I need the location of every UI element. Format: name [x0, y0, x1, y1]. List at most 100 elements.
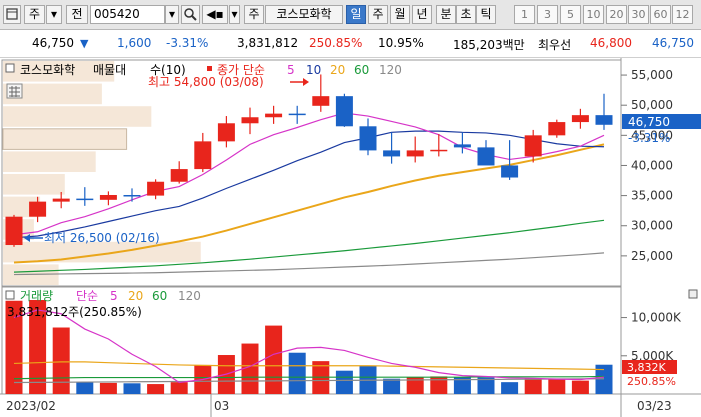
candle-body [217, 123, 235, 142]
candle-body [524, 135, 542, 157]
volume-bar [52, 327, 70, 394]
candle-body [194, 141, 212, 170]
high-annotation: 최고 54,800 (03/08) [148, 75, 264, 89]
volume-bar [524, 378, 542, 394]
market-select[interactable]: 주 [24, 5, 45, 24]
interval-button-60[interactable]: 60 [650, 5, 671, 24]
legend-indicator-name: 매물대 [93, 63, 126, 77]
best-ask: 46,750 [652, 36, 694, 50]
candle-body [241, 117, 259, 124]
sound-icon[interactable]: ◀▪ [202, 5, 228, 24]
interval-button-3[interactable]: 3 [537, 5, 558, 24]
candle-body [383, 150, 401, 157]
stock-chart[interactable]: 55,00050,00045,00040,00035,00030,00025,0… [0, 58, 701, 417]
code-dropdown-icon[interactable]: ▾ [165, 5, 179, 24]
current-ratio-tag-text: 250.85% [627, 375, 676, 388]
price-axis-label: 50,000 [631, 98, 673, 112]
interval-button-5[interactable]: 5 [560, 5, 581, 24]
legend-marker-icon [207, 66, 212, 71]
volume-bar [123, 383, 141, 394]
volume-value: 3,831,812 [237, 36, 299, 50]
volume-legend-ma20: 20 [128, 289, 143, 303]
down-arrow-icon: ▼ [80, 37, 89, 50]
period-button-4[interactable]: 분 [436, 5, 456, 24]
price-axis-label: 35,000 [631, 189, 673, 203]
period-button-1[interactable]: 주 [368, 5, 388, 24]
window-icon[interactable] [3, 5, 21, 24]
current-volume-tag-text: 3,832K [627, 361, 666, 374]
price-axis-label: 30,000 [631, 219, 673, 233]
legend-ma20: 20 [330, 63, 345, 77]
candle-body [477, 147, 495, 166]
interval-button-1[interactable]: 1 [514, 5, 535, 24]
volume-checkbox-icon[interactable] [5, 290, 15, 300]
current-change-tag-text: -3.31% [628, 131, 670, 145]
volume-profile-band [3, 174, 65, 195]
x-label-start: 2023/02 [6, 399, 56, 413]
sound-dropdown-icon[interactable]: ▾ [229, 5, 240, 24]
volume-bar [548, 379, 566, 394]
prefix-button[interactable]: 전 [66, 5, 88, 24]
candle-body [123, 194, 141, 197]
interval-button-12[interactable]: 12 [672, 5, 693, 24]
interval-button-10[interactable]: 10 [583, 5, 604, 24]
volume-bar [76, 382, 94, 394]
legend-stock-name: 코스모화학 [20, 63, 75, 77]
legend-ma60: 60 [354, 63, 369, 77]
volume-bar [335, 370, 353, 394]
candle-body [76, 198, 94, 201]
current-price-tag-text: 46,750 [628, 115, 670, 129]
best-bid: 46,800 [590, 36, 632, 50]
candle-body [52, 198, 70, 202]
price-axis-label: 55,000 [631, 68, 673, 82]
search-icon[interactable] [181, 5, 200, 24]
price-axis-label: 40,000 [631, 158, 673, 172]
x-label-end: 03/23 [637, 399, 672, 413]
period-button-3[interactable]: 년 [412, 5, 432, 24]
volume-bar [170, 382, 188, 394]
stock-name[interactable]: 코스모화학 [265, 5, 343, 24]
legend-ma5: 5 [287, 63, 295, 77]
candle-body [548, 122, 566, 136]
candle-body [453, 144, 471, 148]
current-price: 46,750 [32, 36, 74, 50]
volume-profile-band [3, 106, 152, 127]
best-quote-label: 최우선 [538, 38, 572, 52]
legend-ma120: 120 [379, 63, 402, 77]
candle-body [359, 126, 377, 151]
candle-body [99, 194, 117, 200]
chart-toolbar: 주 ▾ 전 005420 ▾ ◀▪ ▾ 주 코스모화학 일주월년분초틱 1351… [0, 0, 701, 30]
period-button-2[interactable]: 월 [390, 5, 410, 24]
stock-tag-badge: 주 [244, 5, 264, 24]
legend-ma10: 10 [306, 63, 321, 77]
price-axis-label: 25,000 [631, 249, 673, 263]
period-button-5[interactable]: 초 [456, 5, 476, 24]
period-button-0[interactable]: 일 [346, 5, 366, 24]
window-glyph-icon [6, 8, 18, 20]
panel-checkbox-icon[interactable] [5, 63, 15, 73]
volume-bar [288, 352, 306, 394]
interval-button-20[interactable]: 20 [606, 5, 627, 24]
maximize-icon[interactable] [688, 289, 698, 299]
x-label-march: 03 [214, 399, 229, 413]
volume-bar [147, 384, 165, 394]
volume-bar [265, 325, 283, 394]
candle-body [312, 96, 330, 106]
candle-body [406, 150, 424, 157]
period-button-6[interactable]: 틱 [476, 5, 496, 24]
volume-profile-band [2, 128, 128, 150]
candle-body [29, 201, 47, 217]
candle-body [335, 96, 353, 127]
candle-body [288, 113, 306, 116]
turnover-rate: 10.95% [378, 36, 424, 50]
volume-legend-ma60: 60 [152, 289, 167, 303]
interval-button-30[interactable]: 30 [628, 5, 649, 24]
volume-axis-label: 10,000K [631, 311, 682, 325]
market-dropdown-icon[interactable]: ▾ [46, 5, 62, 24]
candle-body [430, 149, 448, 152]
candle-body [501, 165, 519, 178]
stock-code-input[interactable]: 005420 [90, 5, 165, 24]
candle-body [595, 115, 613, 125]
volume-legend-label: 거래량 [20, 289, 53, 303]
candle-body [5, 216, 23, 246]
